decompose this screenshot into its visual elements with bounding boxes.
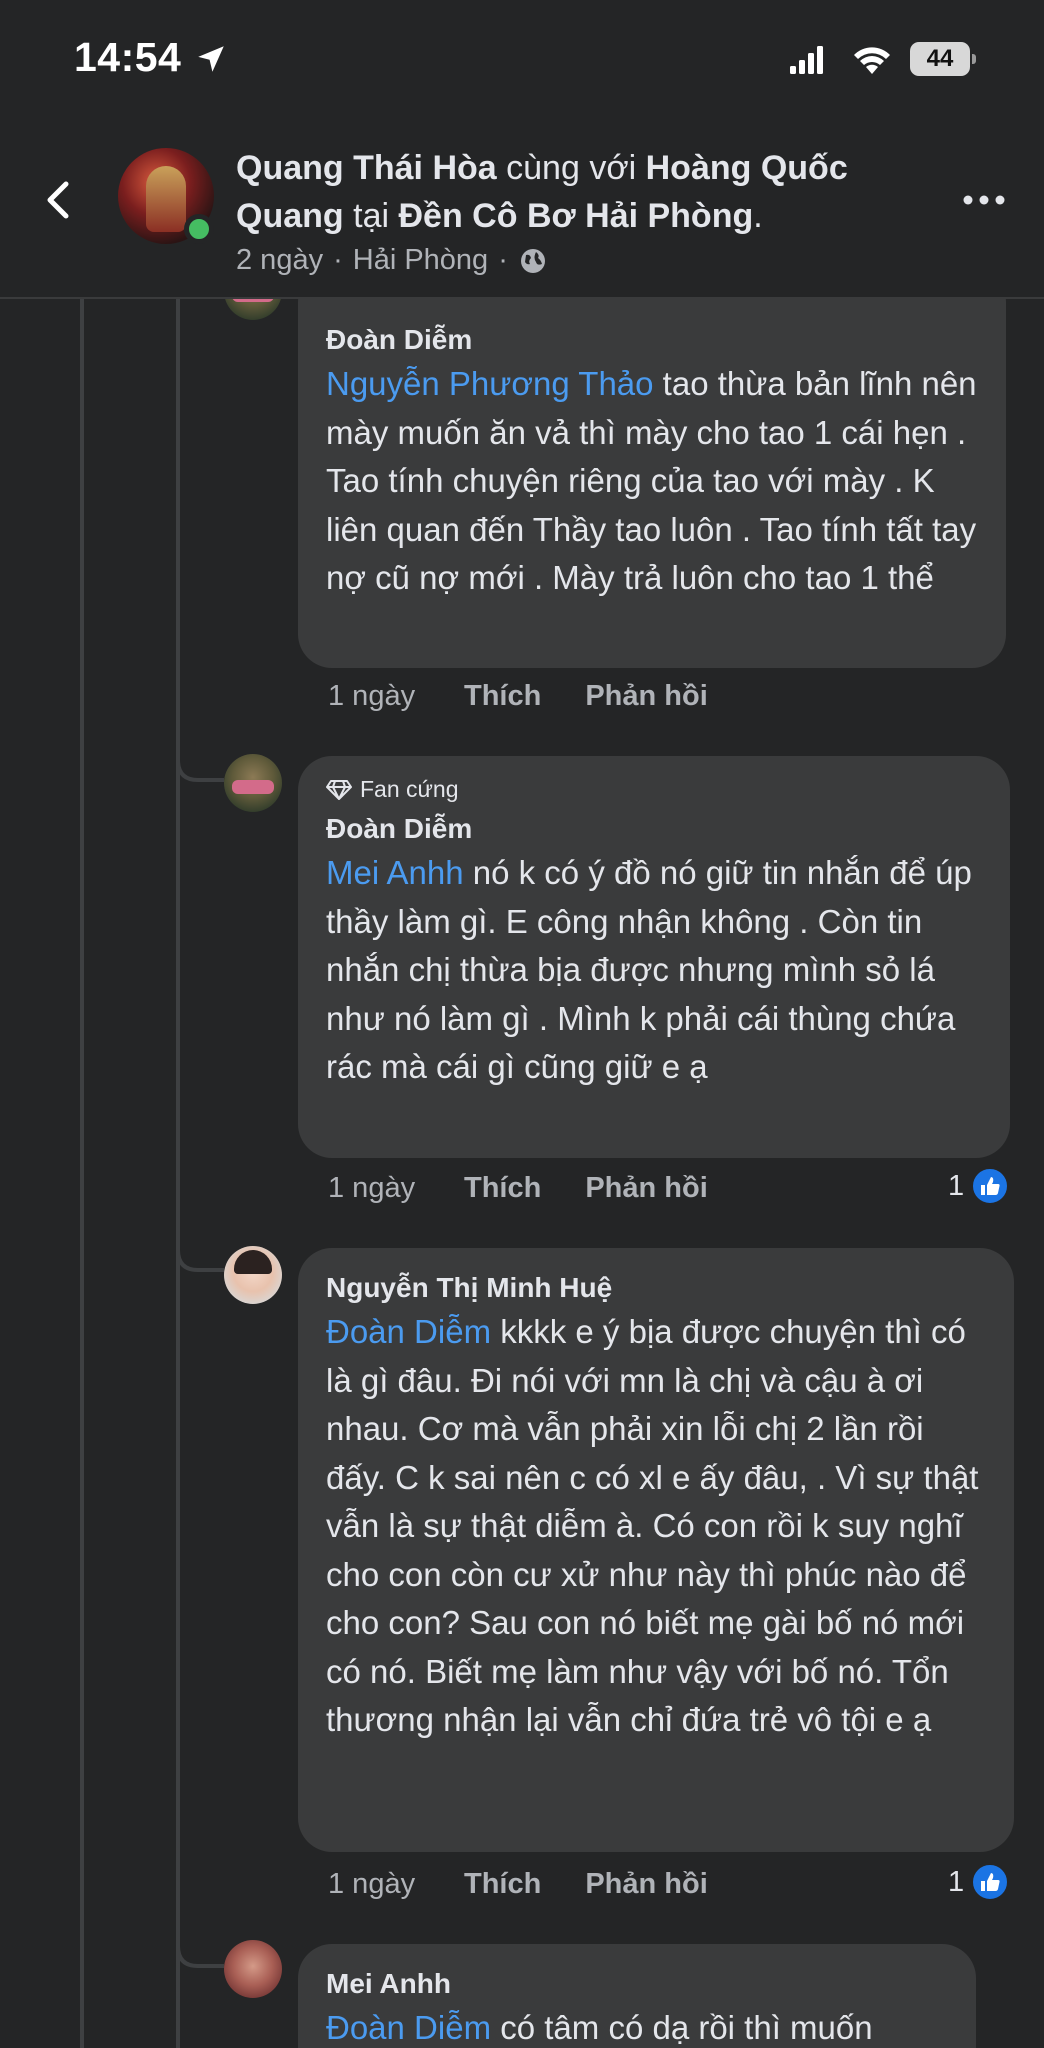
post-meta: 2 ngày · Hải Phòng · (236, 244, 548, 277)
post-title: Quang Thái Hòa cùng với Hoàng Quốc Quang… (236, 144, 936, 240)
comment-author[interactable]: Đoàn Diễm (326, 320, 978, 360)
comment-bubble: Mei Anhh Đoàn Diễm có tâm có dạ rồi thì … (298, 1944, 976, 2048)
like-count: 1 (948, 1865, 965, 1898)
comment-time[interactable]: 1 ngày (328, 680, 464, 713)
battery-level: 44 (926, 45, 954, 72)
reaction-count[interactable]: 1 (948, 1862, 1011, 1902)
comment-author[interactable]: Nguyễn Thị Minh Huệ (326, 1268, 986, 1308)
comment-text: Đoàn Diễm có tâm có dạ rồi thì muốn (326, 2004, 948, 2048)
comment-actions: 1 ngày Thích Phản hồi (328, 680, 752, 713)
battery-indicator: 44 (910, 42, 976, 76)
title-period: . (753, 197, 763, 235)
at-text: tại (353, 197, 390, 235)
meta-separator-2: · (498, 244, 508, 276)
reply-connector (176, 720, 224, 782)
post-age[interactable]: 2 ngày (236, 244, 323, 277)
commenter-avatar[interactable] (224, 754, 282, 812)
place-link[interactable]: Đền Cô Bơ Hải Phòng (399, 197, 754, 235)
status-bar: 14:54 44 (0, 0, 1044, 118)
status-time: 14:54 (74, 34, 182, 80)
like-reaction-icon (970, 1166, 1011, 1206)
online-status-dot (184, 214, 214, 244)
commenter-avatar[interactable] (224, 1246, 282, 1304)
with-text: cùng với (506, 149, 637, 187)
comment-time[interactable]: 1 ngày (328, 1172, 464, 1205)
badge-label: Fan cứng (360, 776, 459, 802)
comment-body: có tâm có dạ rồi thì muốn (491, 2009, 873, 2046)
mention-link[interactable]: Nguyễn Phương Thảo (326, 365, 654, 402)
comment-bubble: Đoàn Diễm Nguyễn Phương Thảo tao thừa bả… (298, 268, 1006, 668)
thread-line-inner (176, 299, 180, 2048)
comment-body: kkkk e ý bịa được chuyện thì có là gì đâ… (326, 1313, 979, 1738)
fan-badge: Fan cứng (326, 776, 982, 803)
commenter-avatar[interactable] (224, 1940, 282, 1998)
wifi-icon (854, 47, 890, 74)
comment-time[interactable]: 1 ngày (328, 1868, 464, 1901)
mention-link[interactable]: Đoàn Diễm (326, 2009, 491, 2046)
reply-button[interactable]: Phản hồi (585, 1868, 707, 1901)
like-count: 1 (948, 1169, 965, 1202)
reply-connector (176, 1906, 224, 1968)
cellular-signal-icon (790, 46, 823, 74)
reply-button[interactable]: Phản hồi (585, 680, 707, 713)
reply-connector (176, 1210, 224, 1272)
diamond-icon (326, 779, 352, 800)
comment-bubble: Nguyễn Thị Minh Huệ Đoàn Diễm kkkk e ý b… (298, 1248, 1014, 1852)
comment-text: Đoàn Diễm kkkk e ý bịa được chuyện thì c… (326, 1308, 986, 1745)
location-arrow-icon (198, 46, 224, 72)
meta-separator: · (333, 244, 343, 276)
post-author-link[interactable]: Quang Thái Hòa (236, 149, 497, 187)
comment-text: Nguyễn Phương Thảo tao thừa bản lĩnh nên… (326, 360, 978, 603)
globe-icon (520, 248, 545, 273)
post-location: Hải Phòng (352, 244, 489, 276)
comment-author[interactable]: Đoàn Diễm (326, 809, 982, 849)
thread-line-outer (80, 299, 84, 2048)
like-button[interactable]: Thích (464, 680, 541, 713)
mention-link[interactable]: Đoàn Diễm (326, 1313, 491, 1350)
reaction-count[interactable]: 1 (948, 1166, 1011, 1206)
more-options-icon[interactable] (962, 190, 1006, 210)
comment-text: Mei Anhh nó k có ý đồ nó giữ tin nhắn để… (326, 849, 982, 1092)
comment-actions: 1 ngày Thích Phản hồi (328, 1172, 752, 1205)
mention-link[interactable]: Mei Anhh (326, 854, 464, 891)
comment-author[interactable]: Mei Anhh (326, 1964, 948, 2004)
reply-button[interactable]: Phản hồi (585, 1172, 707, 1205)
like-reaction-icon (970, 1862, 1011, 1902)
like-button[interactable]: Thích (464, 1868, 541, 1901)
comment-actions: 1 ngày Thích Phản hồi (328, 1868, 752, 1901)
comment-bubble: Fan cứng Đoàn Diễm Mei Anhh nó k có ý đồ… (298, 756, 1010, 1158)
like-button[interactable]: Thích (464, 1172, 541, 1205)
back-chevron-icon[interactable] (38, 170, 78, 230)
post-header: Quang Thái Hòa cùng với Hoàng Quốc Quang… (0, 118, 1044, 298)
